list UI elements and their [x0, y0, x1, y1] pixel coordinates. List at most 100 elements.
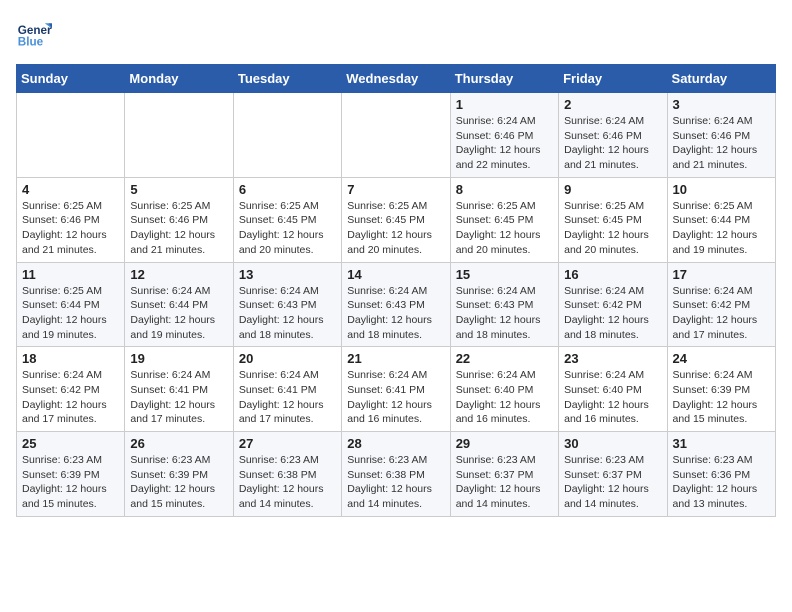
page-header: General Blue [16, 16, 776, 52]
day-number: 19 [130, 351, 227, 366]
day-info: Sunrise: 6:24 AMSunset: 6:39 PMDaylight:… [673, 368, 770, 427]
day-cell [233, 93, 341, 178]
day-number: 10 [673, 182, 770, 197]
day-cell: 3 Sunrise: 6:24 AMSunset: 6:46 PMDaylight… [667, 93, 775, 178]
day-info: Sunrise: 6:23 AMSunset: 6:39 PMDaylight:… [22, 453, 119, 512]
day-cell: 15 Sunrise: 6:24 AMSunset: 6:43 PMDayligh… [450, 262, 558, 347]
header-row: SundayMondayTuesdayWednesdayThursdayFrid… [17, 65, 776, 93]
day-number: 8 [456, 182, 553, 197]
day-number: 20 [239, 351, 336, 366]
day-info: Sunrise: 6:23 AMSunset: 6:37 PMDaylight:… [564, 453, 661, 512]
day-number: 15 [456, 267, 553, 282]
day-number: 24 [673, 351, 770, 366]
day-number: 1 [456, 97, 553, 112]
day-number: 4 [22, 182, 119, 197]
day-cell: 20Sunrise: 6:24 AMSunset: 6:41 PMDayligh… [233, 347, 341, 432]
day-info: Sunrise: 6:25 AMSunset: 6:45 PMDaylight:… [456, 199, 553, 258]
day-info: Sunrise: 6:24 AMSunset: 6:44 PMDaylight:… [130, 284, 227, 343]
day-number: 13 [239, 267, 336, 282]
calendar-table: SundayMondayTuesdayWednesdayThursdayFrid… [16, 64, 776, 517]
day-cell: 27Sunrise: 6:23 AMSunset: 6:38 PMDayligh… [233, 432, 341, 517]
day-cell: 18 Sunrise: 6:24 AMSunset: 6:42 PMDayligh… [17, 347, 125, 432]
day-number: 3 [673, 97, 770, 112]
day-cell [17, 93, 125, 178]
day-cell: 31 Sunrise: 6:23 AMSunset: 6:36 PMDayligh… [667, 432, 775, 517]
calendar-body: 1 Sunrise: 6:24 AMSunset: 6:46 PMDaylight… [17, 93, 776, 517]
day-number: 29 [456, 436, 553, 451]
day-cell [125, 93, 233, 178]
logo: General Blue [16, 16, 56, 52]
day-info: Sunrise: 6:24 AMSunset: 6:40 PMDaylight:… [564, 368, 661, 427]
day-info: Sunrise: 6:25 AMSunset: 6:45 PMDaylight:… [239, 199, 336, 258]
day-cell: 10 Sunrise: 6:25 AMSunset: 6:44 PMDayligh… [667, 177, 775, 262]
day-info: Sunrise: 6:24 AMSunset: 6:46 PMDaylight:… [673, 114, 770, 173]
day-number: 5 [130, 182, 227, 197]
day-number: 27 [239, 436, 336, 451]
day-cell: 25Sunrise: 6:23 AMSunset: 6:39 PMDayligh… [17, 432, 125, 517]
day-info: Sunrise: 6:24 AMSunset: 6:46 PMDaylight:… [564, 114, 661, 173]
day-cell: 21Sunrise: 6:24 AMSunset: 6:41 PMDayligh… [342, 347, 450, 432]
day-cell: 8 Sunrise: 6:25 AMSunset: 6:45 PMDaylight… [450, 177, 558, 262]
day-info: Sunrise: 6:23 AMSunset: 6:36 PMDaylight:… [673, 453, 770, 512]
day-info: Sunrise: 6:24 AMSunset: 6:43 PMDaylight:… [239, 284, 336, 343]
day-cell: 24 Sunrise: 6:24 AMSunset: 6:39 PMDayligh… [667, 347, 775, 432]
header-day-tuesday: Tuesday [233, 65, 341, 93]
day-info: Sunrise: 6:25 AMSunset: 6:45 PMDaylight:… [564, 199, 661, 258]
day-cell: 23 Sunrise: 6:24 AMSunset: 6:40 PMDayligh… [559, 347, 667, 432]
day-cell: 14 Sunrise: 6:24 AMSunset: 6:43 PMDayligh… [342, 262, 450, 347]
day-info: Sunrise: 6:24 AMSunset: 6:43 PMDaylight:… [456, 284, 553, 343]
day-cell: 13 Sunrise: 6:24 AMSunset: 6:43 PMDayligh… [233, 262, 341, 347]
calendar-header: SundayMondayTuesdayWednesdayThursdayFrid… [17, 65, 776, 93]
week-row-2: 4 Sunrise: 6:25 AMSunset: 6:46 PMDaylight… [17, 177, 776, 262]
day-cell: 29 Sunrise: 6:23 AMSunset: 6:37 PMDayligh… [450, 432, 558, 517]
day-number: 18 [22, 351, 119, 366]
week-row-3: 11 Sunrise: 6:25 AMSunset: 6:44 PMDayligh… [17, 262, 776, 347]
day-info: Sunrise: 6:25 AMSunset: 6:45 PMDaylight:… [347, 199, 444, 258]
day-cell: 2 Sunrise: 6:24 AMSunset: 6:46 PMDaylight… [559, 93, 667, 178]
week-row-4: 18 Sunrise: 6:24 AMSunset: 6:42 PMDayligh… [17, 347, 776, 432]
day-cell: 5Sunrise: 6:25 AMSunset: 6:46 PMDaylight… [125, 177, 233, 262]
day-number: 12 [130, 267, 227, 282]
day-number: 17 [673, 267, 770, 282]
day-number: 9 [564, 182, 661, 197]
day-number: 7 [347, 182, 444, 197]
day-info: Sunrise: 6:23 AMSunset: 6:39 PMDaylight:… [130, 453, 227, 512]
day-cell: 22 Sunrise: 6:24 AMSunset: 6:40 PMDayligh… [450, 347, 558, 432]
svg-text:Blue: Blue [18, 36, 44, 49]
day-number: 22 [456, 351, 553, 366]
day-info: Sunrise: 6:23 AMSunset: 6:37 PMDaylight:… [456, 453, 553, 512]
week-row-1: 1 Sunrise: 6:24 AMSunset: 6:46 PMDaylight… [17, 93, 776, 178]
logo-icon: General Blue [16, 16, 52, 52]
day-number: 23 [564, 351, 661, 366]
day-cell: 16 Sunrise: 6:24 AMSunset: 6:42 PMDayligh… [559, 262, 667, 347]
header-day-saturday: Saturday [667, 65, 775, 93]
day-cell: 12 Sunrise: 6:24 AMSunset: 6:44 PMDayligh… [125, 262, 233, 347]
header-day-friday: Friday [559, 65, 667, 93]
day-info: Sunrise: 6:25 AMSunset: 6:44 PMDaylight:… [673, 199, 770, 258]
day-cell: 28Sunrise: 6:23 AMSunset: 6:38 PMDayligh… [342, 432, 450, 517]
day-info: Sunrise: 6:24 AMSunset: 6:46 PMDaylight:… [456, 114, 553, 173]
day-info: Sunrise: 6:24 AMSunset: 6:42 PMDaylight:… [673, 284, 770, 343]
day-number: 21 [347, 351, 444, 366]
day-info: Sunrise: 6:24 AMSunset: 6:42 PMDaylight:… [564, 284, 661, 343]
day-info: Sunrise: 6:24 AMSunset: 6:40 PMDaylight:… [456, 368, 553, 427]
day-number: 26 [130, 436, 227, 451]
day-info: Sunrise: 6:25 AMSunset: 6:46 PMDaylight:… [22, 199, 119, 258]
day-number: 16 [564, 267, 661, 282]
day-number: 2 [564, 97, 661, 112]
day-cell: 17 Sunrise: 6:24 AMSunset: 6:42 PMDayligh… [667, 262, 775, 347]
day-info: Sunrise: 6:24 AMSunset: 6:43 PMDaylight:… [347, 284, 444, 343]
day-cell: 7 Sunrise: 6:25 AMSunset: 6:45 PMDaylight… [342, 177, 450, 262]
day-number: 14 [347, 267, 444, 282]
day-cell [342, 93, 450, 178]
day-info: Sunrise: 6:24 AMSunset: 6:41 PMDaylight:… [130, 368, 227, 427]
day-info: Sunrise: 6:23 AMSunset: 6:38 PMDaylight:… [347, 453, 444, 512]
day-number: 6 [239, 182, 336, 197]
day-number: 31 [673, 436, 770, 451]
week-row-5: 25Sunrise: 6:23 AMSunset: 6:39 PMDayligh… [17, 432, 776, 517]
day-cell: 1 Sunrise: 6:24 AMSunset: 6:46 PMDaylight… [450, 93, 558, 178]
day-info: Sunrise: 6:24 AMSunset: 6:42 PMDaylight:… [22, 368, 119, 427]
day-info: Sunrise: 6:25 AMSunset: 6:44 PMDaylight:… [22, 284, 119, 343]
day-number: 11 [22, 267, 119, 282]
day-number: 30 [564, 436, 661, 451]
